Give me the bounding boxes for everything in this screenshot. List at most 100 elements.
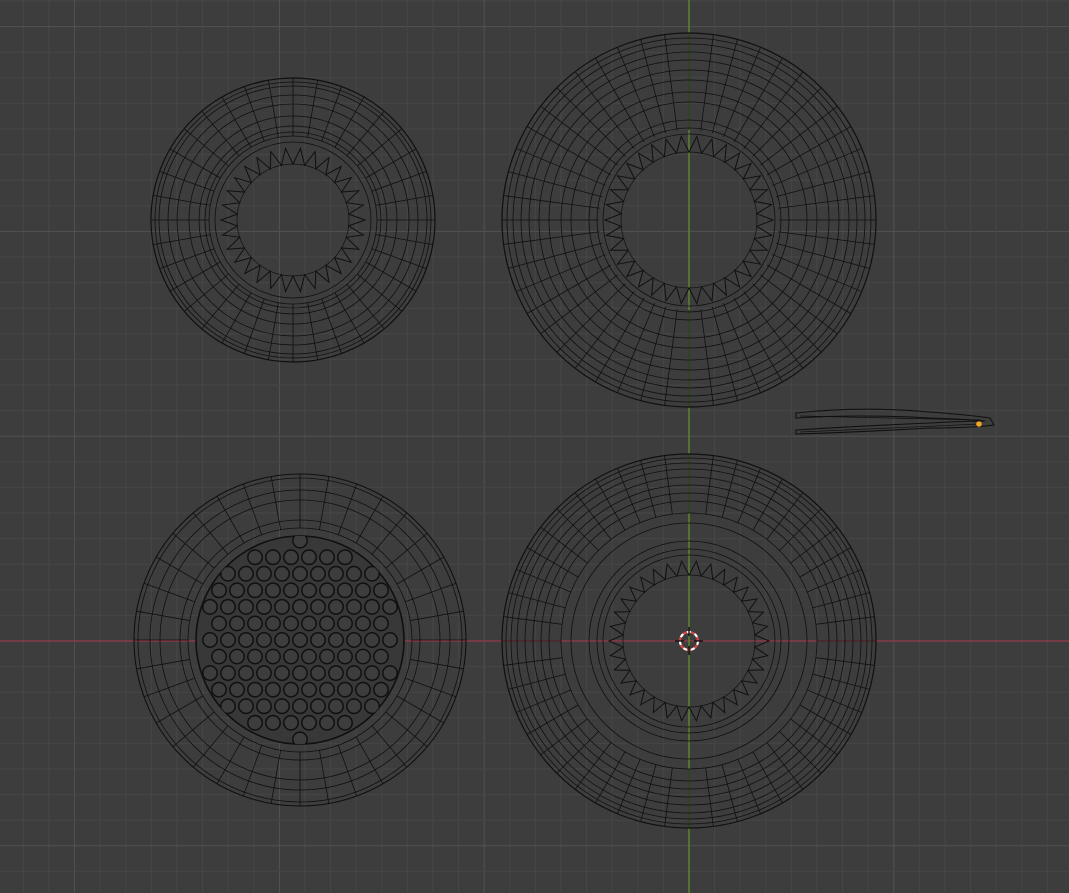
edge [556, 283, 626, 353]
hole [292, 632, 308, 648]
hole [292, 598, 308, 615]
hole [256, 698, 272, 715]
edge [244, 86, 265, 142]
edge [396, 695, 444, 724]
hole [301, 681, 317, 698]
hole [310, 632, 326, 648]
hole [283, 648, 299, 665]
edge [556, 87, 626, 157]
hole [247, 714, 263, 731]
hole [265, 714, 281, 731]
edge-loop [208, 135, 378, 305]
hole [328, 698, 344, 715]
hole [229, 615, 245, 632]
hole [328, 665, 344, 682]
hole [346, 632, 362, 648]
hole [247, 648, 263, 665]
hole [274, 632, 290, 648]
edge [640, 39, 667, 134]
hole [220, 665, 236, 682]
edge [396, 556, 444, 585]
hole [283, 582, 299, 599]
edge [711, 306, 738, 401]
hole [247, 681, 263, 698]
hole [355, 582, 371, 599]
hole [337, 549, 353, 566]
edge [405, 677, 457, 698]
hole [265, 648, 281, 665]
hole [274, 598, 290, 615]
hole [346, 598, 362, 615]
hole [382, 598, 398, 615]
world-axes [0, 0, 1069, 893]
edge [508, 171, 603, 198]
hole [202, 598, 218, 615]
hole [211, 582, 227, 599]
hole [355, 615, 371, 632]
edge [664, 34, 678, 131]
hole [211, 615, 227, 632]
edge [503, 231, 600, 245]
edge [216, 736, 245, 784]
edge-loop [176, 103, 410, 337]
viewport-canvas[interactable] [0, 0, 1069, 893]
hole [265, 582, 281, 599]
edge [778, 195, 875, 209]
hole [337, 582, 353, 599]
hole [274, 665, 290, 682]
edge [159, 248, 215, 269]
ring-object-top-left[interactable] [150, 77, 436, 363]
hole [256, 598, 272, 615]
hole [247, 615, 263, 632]
hole [319, 549, 335, 566]
hole [301, 549, 317, 566]
hole [328, 598, 344, 615]
edge [244, 298, 265, 354]
hole [238, 665, 254, 682]
hole [346, 665, 362, 682]
hole [319, 615, 335, 632]
edge [156, 556, 204, 585]
hole [256, 565, 272, 582]
hole [283, 681, 299, 698]
hole [247, 582, 263, 599]
hole [238, 698, 254, 715]
object-origin-dot [976, 421, 982, 427]
edge [242, 745, 263, 797]
edge-loop [204, 131, 382, 309]
hole [229, 582, 245, 599]
hole [310, 698, 326, 715]
hole [319, 582, 335, 599]
perforated-disc-object[interactable] [133, 473, 467, 807]
edge [321, 86, 342, 142]
edge [371, 171, 427, 192]
hole [256, 632, 272, 648]
hole [382, 665, 398, 682]
hole [337, 648, 353, 665]
edge-loop [214, 141, 372, 299]
tweezers-outline [795, 408, 995, 435]
hole [373, 681, 389, 698]
hole [211, 681, 227, 698]
hole [274, 698, 290, 715]
edge [711, 39, 738, 134]
hole [265, 615, 281, 632]
edge [337, 483, 358, 535]
hole [337, 714, 353, 731]
floor-grid [0, 0, 1069, 893]
hole [301, 582, 317, 599]
edge [752, 87, 822, 157]
edge [216, 496, 245, 544]
hole [283, 549, 299, 566]
tweezers-object[interactable] [795, 408, 995, 435]
hole [292, 665, 308, 682]
hole [355, 681, 371, 698]
hole [202, 665, 218, 682]
hole [337, 681, 353, 698]
hole [301, 615, 317, 632]
hole [265, 681, 281, 698]
hole [373, 615, 389, 632]
3d-viewport[interactable] [0, 0, 1069, 893]
hole [238, 598, 254, 615]
hole [274, 565, 290, 582]
